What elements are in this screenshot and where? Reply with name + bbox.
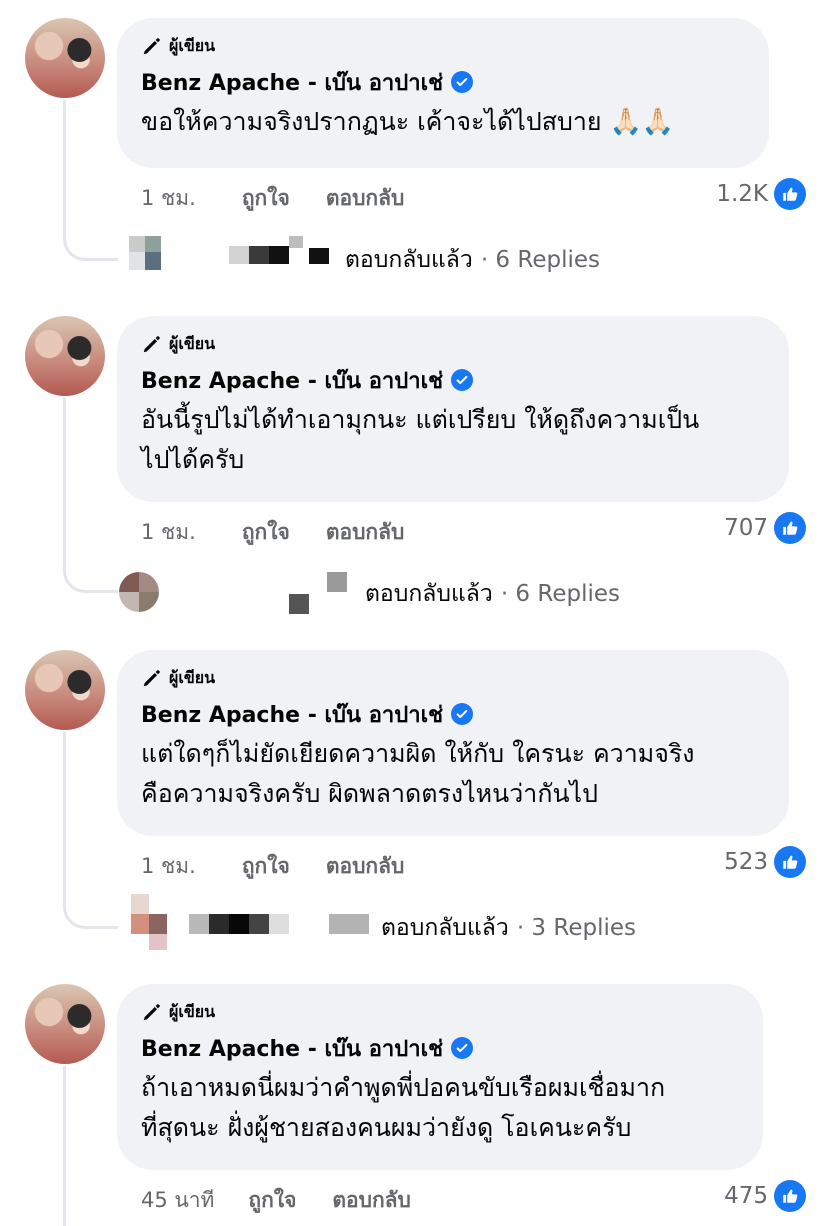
reply-button[interactable]: ตอบกลับ	[326, 850, 405, 883]
author-badge: ผู้เขียน	[141, 1000, 739, 1024]
comment-actions: 45 นาที ถูกใจ ตอบกลับ	[141, 1184, 411, 1217]
view-replies[interactable]: ตอบกลับแล้ว · 3 Replies	[117, 894, 636, 950]
comment-text: แต่ใดๆก็ไม่ยัดเยียดความผิด ให้กับ ใครนะ …	[141, 739, 695, 808]
avatar[interactable]	[25, 650, 105, 730]
comment-bubble: ผู้เขียน Benz Apache - เบ๊น อาปาเช่ อันน…	[117, 316, 789, 502]
thread-line	[63, 100, 118, 261]
comment-text: ถ้าเอาหมดนี่ผมว่าคำพูดพี่ปอคนขับเรือผมเช…	[141, 1073, 666, 1142]
pen-icon	[143, 670, 160, 687]
reply-button[interactable]: ตอบกลับ	[332, 1184, 411, 1217]
author-label: ผู้เขียน	[169, 667, 216, 687]
thread-line	[63, 1066, 66, 1226]
reply-avatar	[131, 894, 171, 950]
reaction-count[interactable]: 707	[724, 512, 806, 544]
comment-bubble: ผู้เขียน Benz Apache - เบ๊น อาปาเช่ ถ้าเ…	[117, 984, 763, 1170]
verified-check-icon	[451, 1037, 474, 1059]
author-badge: ผู้เขียน	[141, 332, 765, 356]
thumbs-up-icon	[774, 512, 806, 544]
reaction-number: 707	[724, 515, 768, 541]
author-label: ผู้เขียน	[169, 1001, 216, 1021]
timestamp[interactable]: 1 ชม.	[141, 182, 196, 215]
comment-text: อันนี้รูปไม่ได้ทำเอามุกนะ แต่เปรียบ ให้ด…	[141, 405, 700, 474]
reaction-number: 475	[724, 1183, 768, 1209]
author-label: ผู้เขียน	[169, 35, 216, 55]
replied-label: ตอบกลับแล้ว	[345, 247, 473, 273]
commenter-name[interactable]: Benz Apache - เบ๊น อาปาเช่	[141, 363, 443, 398]
reply-avatar	[129, 236, 169, 276]
comment-bubble: ผู้เขียน Benz Apache - เบ๊น อาปาเช่ ขอให…	[117, 18, 769, 168]
like-button[interactable]: ถูกใจ	[248, 1184, 296, 1217]
author-badge: ผู้เขียน	[141, 34, 745, 58]
pen-icon	[143, 1004, 160, 1021]
reaction-count[interactable]: 1.2K	[716, 178, 806, 210]
redacted-name	[287, 572, 357, 616]
reply-count: · 3 Replies	[516, 915, 636, 941]
verified-check-icon	[451, 71, 474, 93]
redacted-name	[189, 914, 379, 936]
like-button[interactable]: ถูกใจ	[242, 182, 290, 215]
pen-icon	[143, 336, 160, 353]
reply-button[interactable]: ตอบกลับ	[326, 516, 405, 549]
comment-actions: 1 ชม. ถูกใจ ตอบกลับ	[141, 850, 404, 883]
verified-check-icon	[451, 703, 474, 725]
comment-actions: 1 ชม. ถูกใจ ตอบกลับ	[141, 516, 404, 549]
commenter-name[interactable]: Benz Apache - เบ๊น อาปาเช่	[141, 697, 443, 732]
reply-avatar	[119, 572, 159, 612]
reaction-count[interactable]: 475	[724, 1180, 806, 1212]
reply-count: · 6 Replies	[480, 247, 600, 273]
comment-text: ขอให้ความจริงปรากฏนะ เค้าจะได้ไปสบาย 🙏🏻🙏…	[141, 102, 745, 142]
redacted-name	[229, 236, 347, 268]
comment-bubble: ผู้เขียน Benz Apache - เบ๊น อาปาเช่ แต่ใ…	[117, 650, 789, 836]
view-replies[interactable]: ตอบกลับแล้ว · 6 Replies	[117, 236, 600, 278]
thumbs-up-icon	[774, 178, 806, 210]
like-button[interactable]: ถูกใจ	[242, 516, 290, 549]
comment-actions: 1 ชม. ถูกใจ ตอบกลับ	[141, 182, 404, 215]
timestamp[interactable]: 1 ชม.	[141, 516, 196, 549]
replied-label: ตอบกลับแล้ว	[365, 581, 493, 607]
replied-label: ตอบกลับแล้ว	[381, 915, 509, 941]
reply-button[interactable]: ตอบกลับ	[326, 182, 405, 215]
reaction-count[interactable]: 523	[724, 846, 806, 878]
pen-icon	[143, 38, 160, 55]
reply-count: · 6 Replies	[500, 581, 620, 607]
commenter-name[interactable]: Benz Apache - เบ๊น อาปาเช่	[141, 1031, 443, 1066]
avatar[interactable]	[25, 316, 105, 396]
author-label: ผู้เขียน	[169, 333, 216, 353]
praying-hands-emoji: 🙏🏻🙏🏻	[609, 107, 675, 137]
reaction-number: 1.2K	[716, 181, 768, 207]
reaction-number: 523	[724, 849, 768, 875]
thread-line	[63, 398, 118, 593]
timestamp[interactable]: 45 นาที	[141, 1184, 214, 1217]
author-badge: ผู้เขียน	[141, 666, 765, 690]
thumbs-up-icon	[774, 846, 806, 878]
commenter-name[interactable]: Benz Apache - เบ๊น อาปาเช่	[141, 65, 443, 100]
view-replies[interactable]: ตอบกลับแล้ว · 6 Replies	[117, 572, 620, 614]
verified-check-icon	[451, 369, 474, 391]
timestamp[interactable]: 1 ชม.	[141, 850, 196, 883]
avatar[interactable]	[25, 18, 105, 98]
thread-line	[63, 732, 118, 929]
thumbs-up-icon	[774, 1180, 806, 1212]
like-button[interactable]: ถูกใจ	[242, 850, 290, 883]
avatar[interactable]	[25, 984, 105, 1064]
